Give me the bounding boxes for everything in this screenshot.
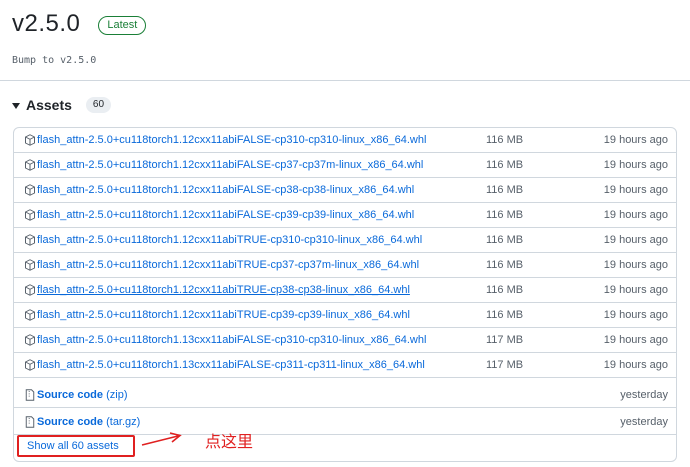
- release-subtitle: Bump to v2.5.0: [12, 55, 97, 66]
- asset-size: 117 MB: [486, 334, 524, 346]
- source-tar-ext: (tar.gz): [106, 416, 141, 428]
- package-icon: [25, 334, 35, 346]
- file-zip-icon: [25, 416, 35, 428]
- source-zip-label: Source code: [37, 389, 104, 401]
- asset-link[interactable]: flash_attn-2.5.0+cu118torch1.12cxx11abiF…: [37, 134, 426, 146]
- source-tar-row: Source code (tar.gz) yesterday: [14, 410, 676, 435]
- asset-link[interactable]: flash_attn-2.5.0+cu118torch1.12cxx11abiT…: [37, 259, 419, 271]
- release-header: v2.5.0 Latest: [12, 10, 147, 38]
- package-icon: [25, 209, 35, 221]
- package-icon: [25, 284, 35, 296]
- file-zip-icon: [25, 389, 35, 401]
- asset-time: 19 hours ago: [603, 209, 668, 221]
- asset-time: 19 hours ago: [603, 334, 668, 346]
- asset-time: 19 hours ago: [603, 359, 668, 371]
- asset-time: 19 hours ago: [603, 309, 668, 321]
- asset-row: flash_attn-2.5.0+cu118torch1.12cxx11abiT…: [14, 303, 676, 328]
- package-icon: [25, 259, 35, 271]
- assets-list: flash_attn-2.5.0+cu118torch1.12cxx11abiF…: [13, 127, 677, 462]
- asset-row: flash_attn-2.5.0+cu118torch1.12cxx11abiF…: [14, 203, 676, 228]
- asset-size: 116 MB: [486, 134, 524, 146]
- package-icon: [25, 234, 35, 246]
- asset-size: 116 MB: [486, 159, 524, 171]
- divider: [0, 80, 690, 81]
- package-icon: [25, 159, 35, 171]
- asset-link[interactable]: flash_attn-2.5.0+cu118torch1.13cxx11abiF…: [37, 334, 426, 346]
- asset-time: 19 hours ago: [603, 159, 668, 171]
- package-icon: [25, 309, 35, 321]
- latest-badge: Latest: [98, 15, 147, 35]
- asset-size: 116 MB: [486, 259, 524, 271]
- asset-row: flash_attn-2.5.0+cu118torch1.12cxx11abiT…: [14, 253, 676, 278]
- asset-time: 19 hours ago: [603, 259, 668, 271]
- asset-row: flash_attn-2.5.0+cu118torch1.12cxx11abiF…: [14, 153, 676, 178]
- show-all-assets-link[interactable]: Show all 60 assets: [17, 435, 135, 457]
- annotation-arrow-icon: [141, 432, 182, 446]
- asset-size: 116 MB: [486, 234, 524, 246]
- package-icon: [25, 359, 35, 371]
- package-icon: [25, 184, 35, 196]
- asset-size: 116 MB: [486, 209, 524, 221]
- asset-row: flash_attn-2.5.0+cu118torch1.12cxx11abiT…: [14, 228, 676, 253]
- annotation-text: 点这里: [205, 434, 254, 451]
- asset-size: 116 MB: [486, 284, 524, 296]
- asset-row: flash_attn-2.5.0+cu118torch1.12cxx11abiF…: [14, 128, 676, 153]
- asset-time: 19 hours ago: [603, 134, 668, 146]
- asset-link[interactable]: flash_attn-2.5.0+cu118torch1.12cxx11abiT…: [37, 234, 422, 246]
- source-zip-time: yesterday: [620, 389, 668, 401]
- asset-link[interactable]: flash_attn-2.5.0+cu118torch1.12cxx11abiF…: [37, 159, 423, 171]
- asset-link-hovered[interactable]: flash_attn-2.5.0+cu118torch1.12cxx11abiT…: [37, 284, 410, 296]
- assets-heading: Assets: [26, 97, 72, 113]
- source-zip-ext: (zip): [106, 389, 128, 401]
- asset-row: flash_attn-2.5.0+cu118torch1.12cxx11abiT…: [14, 278, 676, 303]
- triangle-down-icon: [12, 103, 20, 109]
- asset-time: 19 hours ago: [603, 184, 668, 196]
- release-title: v2.5.0: [12, 10, 81, 37]
- asset-size: 116 MB: [486, 184, 524, 196]
- asset-time: 19 hours ago: [603, 234, 668, 246]
- asset-link[interactable]: flash_attn-2.5.0+cu118torch1.12cxx11abiF…: [37, 184, 414, 196]
- asset-row: flash_attn-2.5.0+cu118torch1.12cxx11abiF…: [14, 178, 676, 203]
- asset-link[interactable]: flash_attn-2.5.0+cu118torch1.12cxx11abiT…: [37, 309, 410, 321]
- asset-link[interactable]: flash_attn-2.5.0+cu118torch1.12cxx11abiF…: [37, 209, 414, 221]
- assets-toggle[interactable]: Assets 60: [12, 97, 112, 113]
- asset-time: 19 hours ago: [603, 284, 668, 296]
- source-zip-row: Source code (zip) yesterday: [14, 383, 676, 408]
- asset-size: 117 MB: [486, 359, 524, 371]
- source-zip-link[interactable]: Source code (zip): [37, 389, 127, 401]
- source-tar-link[interactable]: Source code (tar.gz): [37, 416, 140, 428]
- asset-row: flash_attn-2.5.0+cu118torch1.13cxx11abiF…: [14, 353, 676, 378]
- asset-size: 116 MB: [486, 309, 524, 321]
- asset-link[interactable]: flash_attn-2.5.0+cu118torch1.13cxx11abiF…: [37, 359, 425, 371]
- asset-row: flash_attn-2.5.0+cu118torch1.13cxx11abiF…: [14, 328, 676, 353]
- assets-count-badge: 60: [85, 97, 112, 113]
- source-tar-time: yesterday: [620, 416, 668, 428]
- source-tar-label: Source code: [37, 416, 104, 428]
- package-icon: [25, 134, 35, 146]
